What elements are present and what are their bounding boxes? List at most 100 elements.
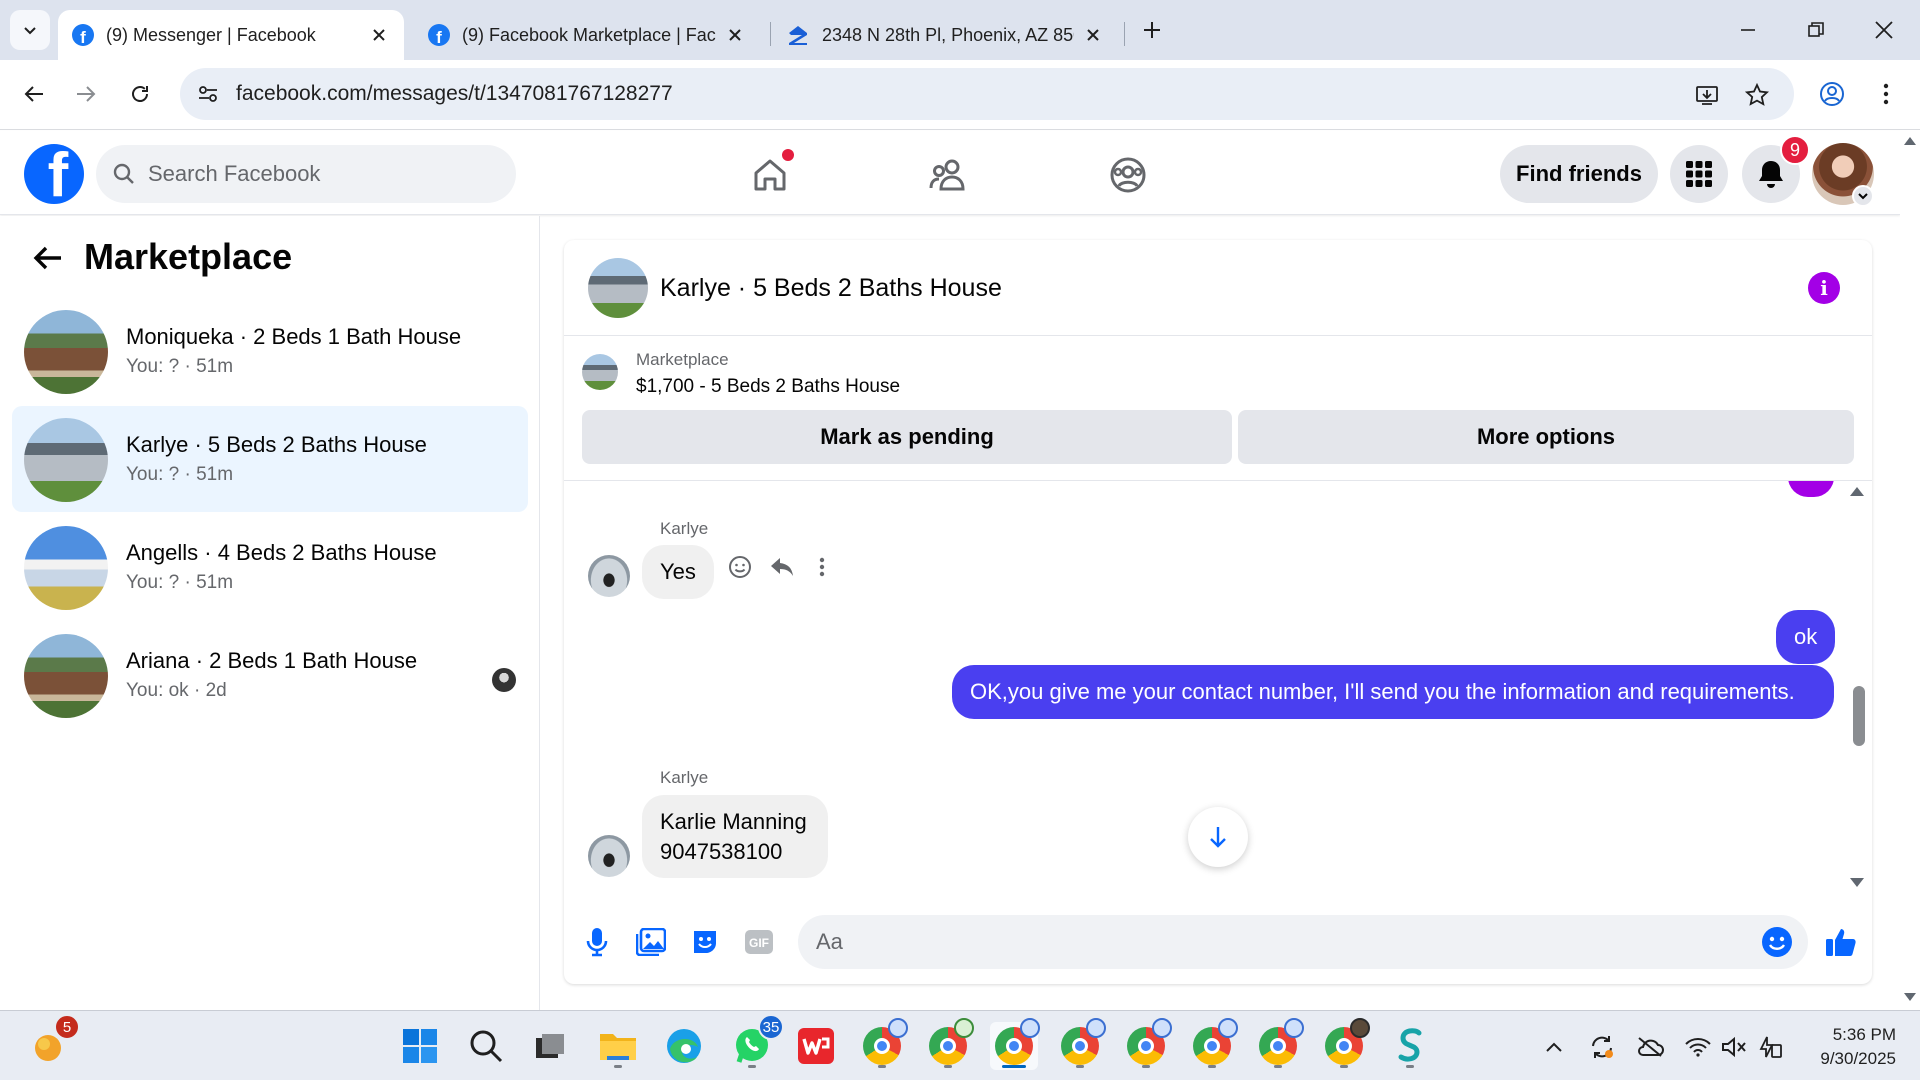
nav-groups[interactable] xyxy=(1104,151,1152,199)
conversation-item[interactable]: Ariana · 2 Beds 1 Bath House You: ok · 2… xyxy=(12,622,528,728)
listing-summary[interactable]: $1,700 - 5 Beds 2 Baths House xyxy=(636,376,900,398)
taskbar-whatsapp[interactable]: 35 xyxy=(728,1014,784,1070)
profile-button[interactable] xyxy=(1812,74,1852,114)
taskbar-chrome-profile-active[interactable] xyxy=(990,1018,1040,1070)
wifi-tray-icon[interactable] xyxy=(1684,1033,1712,1061)
sender-avatar[interactable] xyxy=(588,835,630,877)
page-scrollbar[interactable] xyxy=(1900,131,1920,1010)
onedrive-tray-icon[interactable] xyxy=(1636,1033,1664,1061)
taskbar-file-explorer[interactable] xyxy=(594,1022,642,1070)
taskbar-chrome-profile[interactable] xyxy=(858,1018,908,1070)
sticker-button[interactable] xyxy=(686,923,724,961)
tab-zillow[interactable]: 2348 N 28th Pl, Phoenix, AZ 850 xyxy=(772,10,1118,60)
tab-marketplace[interactable]: f (9) Facebook Marketplace | Face xyxy=(414,10,760,60)
message-bubble-outgoing[interactable]: ok xyxy=(1776,610,1836,664)
panel-title: Marketplace xyxy=(84,236,293,277)
sticker-icon xyxy=(694,931,716,953)
message-input-box[interactable] xyxy=(798,915,1808,969)
gif-icon: GIF xyxy=(745,930,773,954)
voice-clip-button[interactable] xyxy=(578,923,616,961)
restore-button[interactable] xyxy=(1796,10,1836,50)
running-indicator xyxy=(614,1065,622,1068)
close-icon[interactable] xyxy=(724,24,746,46)
chat-avatar[interactable] xyxy=(588,258,648,318)
gif-button[interactable]: GIF xyxy=(740,923,778,961)
conversation-item[interactable]: Moniqueka · 2 Beds 1 Bath House You: ? ·… xyxy=(12,298,528,404)
taskbar-chrome-profile[interactable] xyxy=(1188,1018,1238,1070)
scroll-to-bottom-button[interactable] xyxy=(1188,807,1248,867)
taskbar-chrome-profile[interactable] xyxy=(1254,1018,1304,1070)
scroll-down-arrow[interactable] xyxy=(1850,878,1864,887)
forward-button[interactable] xyxy=(66,74,106,114)
info-button[interactable]: i xyxy=(1808,272,1840,304)
tab-messenger[interactable]: f (9) Messenger | Facebook xyxy=(58,10,404,60)
emoji-button[interactable] xyxy=(1760,925,1794,959)
reply-button[interactable] xyxy=(766,551,798,583)
conversation-item[interactable]: Karlye · 5 Beds 2 Baths House You: ? · 5… xyxy=(12,406,528,512)
message-bubble-outgoing[interactable]: OK,you give me your contact number, I'll… xyxy=(952,665,1834,719)
taskbar-chrome-profile[interactable] xyxy=(1122,1018,1172,1070)
app-s-icon xyxy=(1398,1028,1422,1062)
taskbar-search[interactable] xyxy=(462,1022,510,1070)
chat-scrollbar-thumb[interactable] xyxy=(1853,686,1865,746)
message-bubble-incoming[interactable]: Karlie Manning 9047538100 xyxy=(642,795,828,879)
address-bar[interactable]: facebook.com/messages/t/1347081767128277 xyxy=(180,68,1794,120)
search-icon xyxy=(470,1030,503,1063)
grid-menu-icon xyxy=(1686,161,1712,187)
more-options-button[interactable]: More options xyxy=(1238,410,1854,464)
scroll-up-arrow[interactable] xyxy=(1850,487,1864,496)
taskbar-edge[interactable] xyxy=(660,1022,708,1070)
taskbar-wps[interactable] xyxy=(792,1022,840,1070)
taskbar-chrome-profile[interactable] xyxy=(1056,1018,1106,1070)
taskbar-chrome-profile[interactable] xyxy=(924,1018,974,1070)
minimize-button[interactable] xyxy=(1728,10,1768,50)
taskbar-chrome-profile[interactable] xyxy=(1320,1018,1370,1070)
taskbar-app-s[interactable] xyxy=(1386,1022,1434,1070)
chat-title[interactable]: Karlye · 5 Beds 2 Baths House xyxy=(660,274,1002,303)
new-tab-button[interactable] xyxy=(1136,14,1168,46)
search-input[interactable] xyxy=(148,145,498,203)
edge-icon xyxy=(667,1029,701,1063)
sender-avatar[interactable] xyxy=(588,555,630,597)
conversation-item[interactable]: Angells · 4 Beds 2 Baths House You: ? · … xyxy=(12,514,528,620)
search-box[interactable] xyxy=(96,145,516,203)
scroll-up-arrow[interactable] xyxy=(1904,137,1916,145)
back-button[interactable] xyxy=(14,74,54,114)
react-button[interactable] xyxy=(724,551,756,583)
facebook-logo[interactable]: f xyxy=(24,144,84,204)
tab-separator xyxy=(770,22,771,46)
bookmark-star-icon[interactable] xyxy=(1742,80,1772,110)
close-icon[interactable] xyxy=(368,24,390,46)
volume-tray-icon[interactable] xyxy=(1720,1033,1748,1061)
listing-thumbnail xyxy=(24,634,108,718)
browser-menu-button[interactable] xyxy=(1866,74,1906,114)
battery-tray-icon[interactable] xyxy=(1756,1033,1784,1061)
taskbar-clock[interactable]: 5:36 PM 9/30/2025 xyxy=(1800,1023,1896,1071)
tab-search-button[interactable] xyxy=(10,10,50,50)
like-button[interactable] xyxy=(1822,923,1860,961)
nav-friends[interactable] xyxy=(924,151,972,199)
smiley-icon xyxy=(729,556,751,578)
sync-tray-icon[interactable] xyxy=(1588,1033,1616,1061)
menu-button[interactable] xyxy=(1670,145,1728,203)
scroll-down-arrow[interactable] xyxy=(1904,993,1916,1001)
mark-as-pending-button[interactable]: Mark as pending xyxy=(582,410,1232,464)
show-hidden-icons[interactable] xyxy=(1540,1033,1568,1061)
taskbar-app-weather[interactable]: 5 xyxy=(24,1014,80,1070)
back-button[interactable] xyxy=(28,238,68,278)
attach-photo-button[interactable] xyxy=(632,923,670,961)
find-friends-button[interactable]: Find friends xyxy=(1500,145,1658,203)
clock-time: 5:36 PM xyxy=(1832,1025,1896,1044)
site-settings-icon[interactable] xyxy=(194,80,222,108)
install-app-icon[interactable] xyxy=(1692,80,1722,110)
reload-button[interactable] xyxy=(120,74,160,114)
message-input[interactable] xyxy=(816,915,1746,969)
taskbar-task-view[interactable] xyxy=(526,1022,574,1070)
message-bubble-incoming[interactable]: Yes xyxy=(642,545,714,599)
window-close-button[interactable] xyxy=(1864,10,1904,50)
start-button[interactable] xyxy=(396,1022,444,1070)
message-more-button[interactable] xyxy=(806,551,838,583)
close-icon[interactable] xyxy=(1082,24,1104,46)
account-menu-button[interactable] xyxy=(1852,185,1874,207)
listing-thumbnail[interactable] xyxy=(582,354,618,390)
